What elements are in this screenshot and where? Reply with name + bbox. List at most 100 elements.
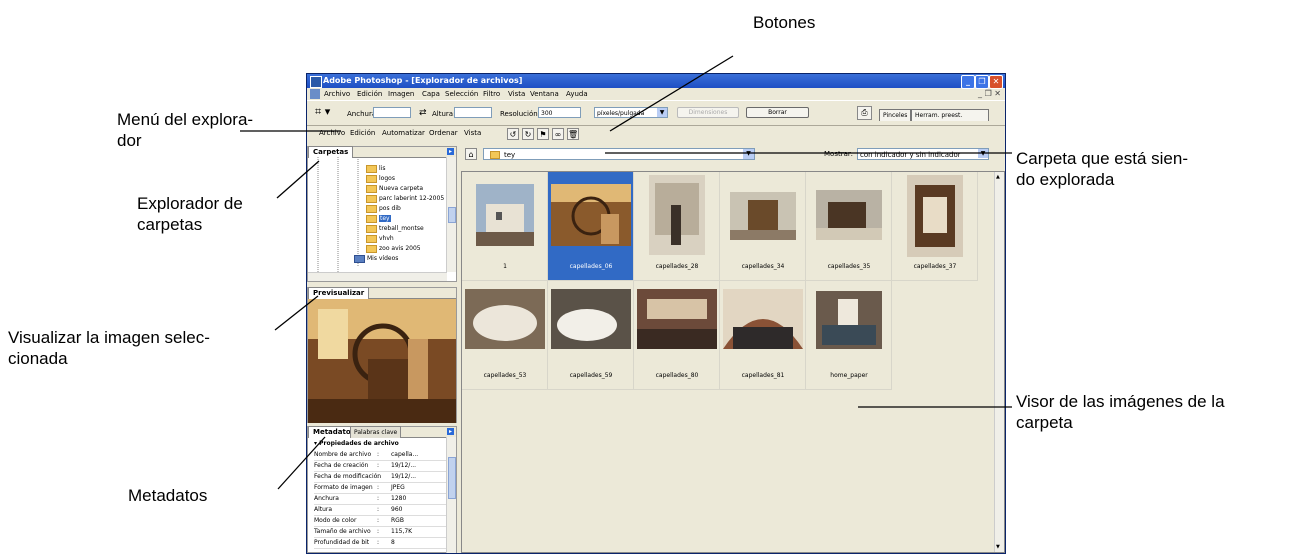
resolution-label: Resolución: [500,110,541,118]
tab-herram-preest[interactable]: Herram. preest. [911,109,989,121]
thumbnail-image [907,175,963,257]
tab-palabras-clave[interactable]: Palabras clave [350,426,402,438]
metadata-panel-menu-icon[interactable]: ▸ [447,428,454,435]
thumbnail-image [723,289,803,349]
thumbnail-caption: capellades_59 [569,372,613,379]
menu-ayuda[interactable]: Ayuda [566,88,588,100]
preview-image [308,299,456,423]
thumbnail-item[interactable]: capellades_59 [548,281,634,390]
thumbnail-item[interactable]: capellades_81 [720,281,806,390]
panel-menu-icon[interactable]: ▸ [447,148,454,155]
scroll-down-icon[interactable]: ▼ [996,544,1002,550]
annotation-botones: Botones [753,13,816,32]
thumbnail-image [816,190,882,240]
chevron-down-icon: ▼ [978,149,988,158]
maximize-icon[interactable]: ❐ [975,75,989,89]
thumbnail-item[interactable]: capellades_37 [892,172,978,281]
swap-icon[interactable]: ⇄ [419,108,427,118]
close-icon[interactable]: ✕ [989,75,1003,89]
folder-zoo-avis[interactable]: zoo avis 2005 [366,244,421,253]
menu-capa[interactable]: Capa [422,88,440,100]
show-filter-select[interactable]: con indicador y sin indicador ▼ [857,148,989,160]
thumbnail-item[interactable]: capellades_35 [806,172,892,281]
mdi-controls-icon[interactable]: _ ❐ ✕ [978,88,1001,100]
folder-up-icon[interactable]: ⌂ [465,148,477,160]
thumbnail-item[interactable]: capellades_80 [634,281,720,390]
thumbnail-item[interactable]: 1 [462,172,548,281]
thumbnail-item[interactable]: capellades_53 [462,281,548,390]
folders-horizontal-scrollbar[interactable] [308,272,447,281]
thumbnail-caption: capellades_53 [483,372,527,379]
scroll-up-icon[interactable]: ▲ [996,174,1002,180]
preview-panel: Previsualizar [307,287,457,423]
thumbnail-caption: capellades_06 [569,263,613,270]
units-select[interactable]: píxeles/pulgada ▼ [594,107,668,118]
browser-menu-edicion[interactable]: Edición [350,125,375,142]
thumbnail-item[interactable]: home_paper [806,281,892,390]
thumbnail-caption: capellades_35 [827,263,871,270]
folders-vertical-scrollbar[interactable] [446,157,456,272]
metadata-section-title[interactable]: ▾ Propiedades de archivo [314,440,399,447]
thumbnail-caption: capellades_37 [913,263,957,270]
metadata-scrollbar[interactable] [446,437,456,553]
thumbnail-item[interactable]: capellades_34 [720,172,806,281]
browser-menu-vista[interactable]: Vista [464,125,481,142]
trash-icon[interactable]: 🗑 [567,128,579,140]
dimensions-button[interactable]: Dimensiones [677,107,739,118]
menu-ventana[interactable]: Ventana [530,88,559,100]
folder-pos-dib[interactable]: pos dib [366,204,401,213]
folder-icon [490,151,500,159]
browser-menu-automatizar[interactable]: Automatizar [382,125,425,142]
minimize-icon[interactable]: _ [961,75,975,89]
binoculars-icon[interactable]: ∞ [552,128,564,140]
thumbnail-caption: capellades_81 [741,372,785,379]
metadata-panel: Metadatos Palabras clave ▸ ▾ Propiedades… [307,426,457,553]
menu-edicion[interactable]: Edición [357,88,382,100]
annotation-visualizar: Visualizar la imagen selec-cionada [8,328,210,368]
annotation-carpeta-explorada: Carpeta que está sien-do explorada [1016,149,1188,189]
folder-path-select[interactable]: tey ▼ [483,148,755,160]
flag-icon[interactable]: ⚑ [537,128,549,140]
thumbnail-viewer[interactable]: 1 capellades_06 capellades_28 capellades… [461,171,1005,553]
printer-icon[interactable]: ⎙ [857,106,872,120]
chevron-down-icon: ▼ [743,149,754,159]
folder-vhvh[interactable]: vhvh [366,234,394,243]
chevron-down-icon: ▼ [657,108,667,117]
thumbnail-item[interactable]: capellades_28 [634,172,720,281]
thumbnail-item-selected[interactable]: capellades_06 [548,172,634,281]
clear-button[interactable]: Borrar [746,107,809,118]
folder-mis-videos[interactable]: Mis vídeos [354,254,398,263]
height-label: Altura: [432,110,456,118]
tab-previsualizar[interactable]: Previsualizar [308,287,370,299]
resolution-input[interactable]: 300 [538,107,581,118]
menu-seleccion[interactable]: Selección [445,88,478,100]
tab-pinceles[interactable]: Pinceles [879,109,912,121]
thumbnail-image [465,289,545,349]
menu-vista[interactable]: Vista [508,88,525,100]
width-input[interactable] [373,107,411,118]
folder-parc-laberint[interactable]: parc laberint 12-2005 [366,194,444,203]
menu-filtro[interactable]: Filtro [483,88,500,100]
photoshop-window: Adobe Photoshop - [Explorador de archivo… [306,73,1006,554]
browser-menu-archivo[interactable]: Archivo [319,125,345,142]
thumbnail-caption: 1 [503,263,507,270]
height-input[interactable] [454,107,492,118]
rotate-right-icon[interactable]: ↻ [522,128,534,140]
viewer-scrollbar[interactable]: ▲ ▼ [994,172,1004,552]
thumbnail-caption: capellades_28 [655,263,699,270]
browser-menu-ordenar[interactable]: Ordenar [429,125,458,142]
folder-logos[interactable]: logos [366,174,395,183]
thumbnail-caption: capellades_80 [655,372,699,379]
annotation-menu-explorador: Menú del explora-dor [117,110,254,150]
folder-treball-montse[interactable]: treball_montse [366,224,424,233]
folder-nueva-carpeta[interactable]: Nueva carpeta [366,184,423,193]
folder-tey[interactable]: tey [366,214,391,223]
folder-lis[interactable]: lis [366,164,385,173]
browser-menu-bar: Archivo Edición Automatizar Ordenar Vist… [307,125,1005,142]
folders-panel: Carpetas ▸ lis logos Nueva carpeta parc … [307,146,457,282]
menu-imagen[interactable]: Imagen [388,88,414,100]
menu-archivo[interactable]: Archivo [324,88,350,100]
crop-tool-icon[interactable]: ⌗ ▾ [315,105,337,119]
window-title: Adobe Photoshop - [Explorador de archivo… [323,76,523,85]
rotate-left-icon[interactable]: ↺ [507,128,519,140]
